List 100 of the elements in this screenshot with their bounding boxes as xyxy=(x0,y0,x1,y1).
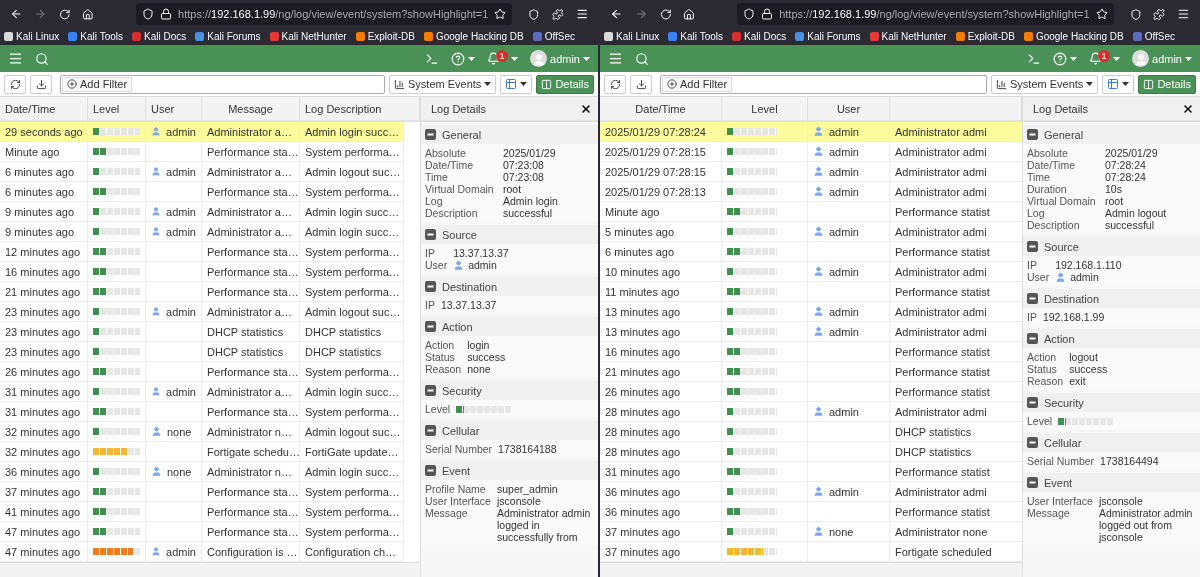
puzzle-icon[interactable] xyxy=(551,7,564,21)
collapse-icon[interactable] xyxy=(425,229,436,240)
avatar-icon[interactable] xyxy=(530,50,548,67)
bookmark-link[interactable]: Kali NetHunter xyxy=(881,31,947,42)
table-row[interactable]: 29 seconds ago admin Administrator a… Admin login succ… xyxy=(0,122,404,142)
table-row[interactable]: 9 minutes ago admin Administrator a… Admin login succ… xyxy=(0,222,404,242)
table-row[interactable]: 36 minutes ago none Administrator n… Admin login succ… xyxy=(0,462,404,482)
address-bar[interactable]: https://192.168.1.99/ng/log/view/event/system?showHighlight=1 xyxy=(737,3,1114,25)
column-header[interactable]: Date/Time xyxy=(600,97,722,120)
menu-icon[interactable] xyxy=(1177,7,1190,21)
details-button[interactable]: Details xyxy=(1138,74,1196,94)
table-row[interactable]: 12 minutes ago Performance sta… System performa… xyxy=(0,242,404,262)
user-menu[interactable]: admin xyxy=(1152,52,1182,65)
bookmark-link[interactable]: Google Hacking DB xyxy=(1035,31,1124,42)
column-header[interactable]: Level xyxy=(88,97,146,120)
forward-icon[interactable] xyxy=(634,7,648,21)
help-icon[interactable] xyxy=(1053,51,1068,66)
table-row[interactable]: 37 minutes ago Performance sta… System performa… xyxy=(0,482,404,502)
column-header[interactable]: User xyxy=(146,97,202,120)
collapse-icon[interactable] xyxy=(425,321,436,332)
back-icon[interactable] xyxy=(10,7,23,21)
view-dropdown[interactable]: System Events xyxy=(991,74,1099,94)
table-row[interactable]: 6 minutes ago admin Administrator a… Admin logout suc… xyxy=(0,162,404,182)
columns-dropdown[interactable] xyxy=(500,74,533,94)
collapse-icon[interactable] xyxy=(425,425,436,436)
details-button[interactable]: Details xyxy=(536,74,594,94)
column-header[interactable]: User xyxy=(808,97,890,120)
add-filter-button[interactable]: Add Filter xyxy=(662,76,733,92)
view-dropdown[interactable]: System Events xyxy=(389,74,497,94)
star-icon[interactable] xyxy=(494,8,507,20)
bookmark-link[interactable]: Kali Tools xyxy=(680,31,723,42)
collapse-icon[interactable] xyxy=(425,385,436,396)
bell-icon[interactable] xyxy=(487,52,501,65)
bookmark-link[interactable]: Kali Docs xyxy=(744,31,787,42)
menu-icon[interactable] xyxy=(575,7,588,21)
puzzle-icon[interactable] xyxy=(1153,7,1166,21)
shield-icon[interactable] xyxy=(528,7,540,21)
collapse-icon[interactable] xyxy=(425,465,436,476)
back-icon[interactable] xyxy=(610,7,623,21)
table-row[interactable]: 32 minutes ago Fortigate schedu… FortiGate update… xyxy=(0,442,404,462)
bookmark-link[interactable]: Kali Docs xyxy=(144,31,187,42)
refresh-button[interactable] xyxy=(4,74,26,94)
download-button[interactable] xyxy=(630,74,652,94)
search-icon[interactable] xyxy=(35,51,49,66)
table-row[interactable]: 23 minutes ago DHCP statistics DHCP statistics xyxy=(0,322,404,342)
table-row[interactable]: 9 minutes ago admin Administrator a… Admin login succ… xyxy=(0,202,404,222)
bookmark-link[interactable]: Kali NetHunter xyxy=(281,31,347,42)
collapse-icon[interactable] xyxy=(1027,437,1038,448)
reload-icon[interactable] xyxy=(659,7,672,21)
download-button[interactable] xyxy=(30,74,52,94)
table-row[interactable]: 31 minutes ago admin Administrator a… Admin login succ… xyxy=(0,382,404,402)
table-row[interactable]: 23 minutes ago admin Administrator a… Admin logout suc… xyxy=(0,302,404,322)
home-icon[interactable] xyxy=(82,7,95,21)
column-header[interactable]: Date/Time xyxy=(0,97,88,120)
refresh-button[interactable] xyxy=(604,74,626,94)
star-icon[interactable] xyxy=(1095,8,1108,20)
collapse-icon[interactable] xyxy=(1027,477,1038,488)
table-row[interactable]: 47 minutes ago Performance sta… System performa… xyxy=(0,522,404,542)
bookmark-link[interactable]: OffSec xyxy=(1144,31,1176,42)
column-header[interactable]: Level xyxy=(722,97,808,120)
avatar-icon[interactable] xyxy=(1132,50,1150,67)
terminal-icon[interactable] xyxy=(1027,51,1042,66)
column-header[interactable]: Message xyxy=(202,97,300,120)
bookmark-link[interactable]: Exploit-DB xyxy=(367,31,415,42)
close-icon[interactable] xyxy=(580,102,592,115)
collapse-icon[interactable] xyxy=(1027,241,1038,252)
home-icon[interactable] xyxy=(683,7,696,21)
bookmark-link[interactable]: Kali Linux xyxy=(16,31,60,42)
table-row[interactable]: 41 minutes ago Performance sta… System performa… xyxy=(0,502,404,522)
bookmark-link[interactable]: Kali Forums xyxy=(807,31,861,42)
user-menu[interactable]: admin xyxy=(550,52,580,65)
forward-icon[interactable] xyxy=(34,7,47,21)
table-row[interactable]: 32 minutes ago none Administrator n… Admin logout suc… xyxy=(0,422,404,442)
reload-icon[interactable] xyxy=(58,7,71,21)
filter-field[interactable]: Add Filter xyxy=(60,74,385,94)
close-icon[interactable] xyxy=(1182,102,1194,115)
collapse-icon[interactable] xyxy=(1027,333,1038,344)
collapse-icon[interactable] xyxy=(1027,293,1038,304)
bookmark-link[interactable]: OffSec xyxy=(544,31,576,42)
add-filter-button[interactable]: Add Filter xyxy=(62,76,133,92)
collapse-icon[interactable] xyxy=(425,129,436,140)
table-row[interactable]: 23 minutes ago DHCP statistics DHCP statistics xyxy=(0,342,404,362)
bell-icon[interactable] xyxy=(1089,52,1103,65)
table-row[interactable]: Minute ago Performance sta… System performa… xyxy=(0,142,404,162)
bookmark-link[interactable]: Exploit-DB xyxy=(967,31,1015,42)
address-bar[interactable]: https://192.168.1.99/ng/log/view/event/system?showHighlight=1 xyxy=(136,3,513,25)
collapse-icon[interactable] xyxy=(1027,129,1038,140)
collapse-icon[interactable] xyxy=(1027,397,1038,408)
shield-icon[interactable] xyxy=(1129,7,1142,21)
columns-dropdown[interactable] xyxy=(1102,74,1135,94)
search-icon[interactable] xyxy=(635,51,649,66)
collapse-icon[interactable] xyxy=(425,281,436,292)
bookmark-link[interactable]: Kali Tools xyxy=(80,31,123,42)
filter-field[interactable]: Add Filter xyxy=(660,74,987,94)
bookmark-link[interactable]: Kali Forums xyxy=(207,31,261,42)
bookmark-link[interactable]: Google Hacking DB xyxy=(435,31,524,42)
bookmark-link[interactable]: Kali Linux xyxy=(616,31,660,42)
table-row[interactable]: 26 minutes ago Performance sta… System performa… xyxy=(0,362,404,382)
terminal-icon[interactable] xyxy=(425,51,440,66)
table-row[interactable]: 31 minutes ago Performance sta… System performa… xyxy=(0,402,404,422)
